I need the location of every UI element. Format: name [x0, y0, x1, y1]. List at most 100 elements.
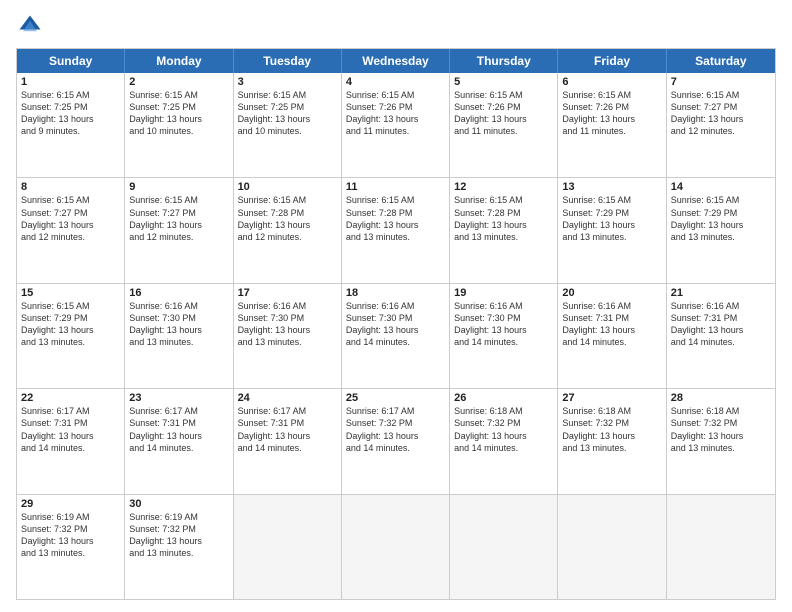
cell-info-text: Sunrise: 6:15 AM Sunset: 7:29 PM Dayligh…	[21, 300, 120, 349]
cal-cell-8: 8Sunrise: 6:15 AM Sunset: 7:27 PM Daylig…	[17, 178, 125, 282]
cell-day-number: 30	[129, 498, 228, 510]
cal-cell-19: 19Sunrise: 6:16 AM Sunset: 7:30 PM Dayli…	[450, 284, 558, 388]
header-day-sunday: Sunday	[17, 49, 125, 73]
cal-cell-empty	[667, 495, 775, 599]
cell-day-number: 8	[21, 181, 120, 193]
page: SundayMondayTuesdayWednesdayThursdayFrid…	[0, 0, 792, 612]
header-day-thursday: Thursday	[450, 49, 558, 73]
cal-cell-4: 4Sunrise: 6:15 AM Sunset: 7:26 PM Daylig…	[342, 73, 450, 177]
cal-cell-21: 21Sunrise: 6:16 AM Sunset: 7:31 PM Dayli…	[667, 284, 775, 388]
cal-cell-14: 14Sunrise: 6:15 AM Sunset: 7:29 PM Dayli…	[667, 178, 775, 282]
cell-day-number: 6	[562, 76, 661, 88]
cal-cell-2: 2Sunrise: 6:15 AM Sunset: 7:25 PM Daylig…	[125, 73, 233, 177]
cell-info-text: Sunrise: 6:15 AM Sunset: 7:28 PM Dayligh…	[454, 194, 553, 243]
cal-cell-30: 30Sunrise: 6:19 AM Sunset: 7:32 PM Dayli…	[125, 495, 233, 599]
cell-info-text: Sunrise: 6:16 AM Sunset: 7:30 PM Dayligh…	[454, 300, 553, 349]
cal-cell-20: 20Sunrise: 6:16 AM Sunset: 7:31 PM Dayli…	[558, 284, 666, 388]
cell-info-text: Sunrise: 6:15 AM Sunset: 7:27 PM Dayligh…	[129, 194, 228, 243]
cell-day-number: 25	[346, 392, 445, 404]
cell-day-number: 29	[21, 498, 120, 510]
cell-day-number: 27	[562, 392, 661, 404]
header-day-wednesday: Wednesday	[342, 49, 450, 73]
cell-info-text: Sunrise: 6:17 AM Sunset: 7:31 PM Dayligh…	[21, 405, 120, 454]
cell-day-number: 14	[671, 181, 771, 193]
cell-day-number: 13	[562, 181, 661, 193]
cell-info-text: Sunrise: 6:15 AM Sunset: 7:25 PM Dayligh…	[21, 89, 120, 138]
cell-info-text: Sunrise: 6:15 AM Sunset: 7:28 PM Dayligh…	[238, 194, 337, 243]
cal-cell-10: 10Sunrise: 6:15 AM Sunset: 7:28 PM Dayli…	[234, 178, 342, 282]
header-day-tuesday: Tuesday	[234, 49, 342, 73]
cal-row-3: 15Sunrise: 6:15 AM Sunset: 7:29 PM Dayli…	[17, 283, 775, 388]
calendar: SundayMondayTuesdayWednesdayThursdayFrid…	[16, 48, 776, 600]
cell-day-number: 24	[238, 392, 337, 404]
header-day-friday: Friday	[558, 49, 666, 73]
cal-cell-9: 9Sunrise: 6:15 AM Sunset: 7:27 PM Daylig…	[125, 178, 233, 282]
cell-day-number: 2	[129, 76, 228, 88]
cal-cell-6: 6Sunrise: 6:15 AM Sunset: 7:26 PM Daylig…	[558, 73, 666, 177]
cell-info-text: Sunrise: 6:16 AM Sunset: 7:31 PM Dayligh…	[562, 300, 661, 349]
cal-row-2: 8Sunrise: 6:15 AM Sunset: 7:27 PM Daylig…	[17, 177, 775, 282]
cell-day-number: 22	[21, 392, 120, 404]
cal-row-5: 29Sunrise: 6:19 AM Sunset: 7:32 PM Dayli…	[17, 494, 775, 599]
cell-day-number: 28	[671, 392, 771, 404]
cal-cell-empty	[342, 495, 450, 599]
cell-day-number: 4	[346, 76, 445, 88]
cell-day-number: 5	[454, 76, 553, 88]
cal-cell-12: 12Sunrise: 6:15 AM Sunset: 7:28 PM Dayli…	[450, 178, 558, 282]
cell-day-number: 16	[129, 287, 228, 299]
cell-info-text: Sunrise: 6:16 AM Sunset: 7:30 PM Dayligh…	[238, 300, 337, 349]
cell-info-text: Sunrise: 6:15 AM Sunset: 7:27 PM Dayligh…	[21, 194, 120, 243]
cell-day-number: 12	[454, 181, 553, 193]
cal-cell-24: 24Sunrise: 6:17 AM Sunset: 7:31 PM Dayli…	[234, 389, 342, 493]
cell-info-text: Sunrise: 6:17 AM Sunset: 7:31 PM Dayligh…	[129, 405, 228, 454]
cal-cell-11: 11Sunrise: 6:15 AM Sunset: 7:28 PM Dayli…	[342, 178, 450, 282]
cal-cell-15: 15Sunrise: 6:15 AM Sunset: 7:29 PM Dayli…	[17, 284, 125, 388]
cell-day-number: 9	[129, 181, 228, 193]
logo	[16, 12, 48, 40]
cell-info-text: Sunrise: 6:15 AM Sunset: 7:25 PM Dayligh…	[238, 89, 337, 138]
cal-cell-16: 16Sunrise: 6:16 AM Sunset: 7:30 PM Dayli…	[125, 284, 233, 388]
cell-info-text: Sunrise: 6:19 AM Sunset: 7:32 PM Dayligh…	[129, 511, 228, 560]
logo-icon	[16, 12, 44, 40]
header	[16, 12, 776, 40]
cal-cell-29: 29Sunrise: 6:19 AM Sunset: 7:32 PM Dayli…	[17, 495, 125, 599]
cell-day-number: 15	[21, 287, 120, 299]
cell-info-text: Sunrise: 6:15 AM Sunset: 7:29 PM Dayligh…	[562, 194, 661, 243]
cell-day-number: 10	[238, 181, 337, 193]
cal-cell-23: 23Sunrise: 6:17 AM Sunset: 7:31 PM Dayli…	[125, 389, 233, 493]
calendar-header: SundayMondayTuesdayWednesdayThursdayFrid…	[17, 49, 775, 73]
cell-day-number: 17	[238, 287, 337, 299]
cell-day-number: 7	[671, 76, 771, 88]
cell-day-number: 19	[454, 287, 553, 299]
cal-cell-3: 3Sunrise: 6:15 AM Sunset: 7:25 PM Daylig…	[234, 73, 342, 177]
cell-info-text: Sunrise: 6:17 AM Sunset: 7:31 PM Dayligh…	[238, 405, 337, 454]
cell-info-text: Sunrise: 6:16 AM Sunset: 7:30 PM Dayligh…	[129, 300, 228, 349]
cell-info-text: Sunrise: 6:18 AM Sunset: 7:32 PM Dayligh…	[671, 405, 771, 454]
cell-day-number: 23	[129, 392, 228, 404]
cell-info-text: Sunrise: 6:15 AM Sunset: 7:26 PM Dayligh…	[454, 89, 553, 138]
cell-info-text: Sunrise: 6:15 AM Sunset: 7:26 PM Dayligh…	[562, 89, 661, 138]
cell-info-text: Sunrise: 6:16 AM Sunset: 7:31 PM Dayligh…	[671, 300, 771, 349]
cal-cell-25: 25Sunrise: 6:17 AM Sunset: 7:32 PM Dayli…	[342, 389, 450, 493]
cell-day-number: 21	[671, 287, 771, 299]
calendar-body: 1Sunrise: 6:15 AM Sunset: 7:25 PM Daylig…	[17, 73, 775, 599]
cal-cell-17: 17Sunrise: 6:16 AM Sunset: 7:30 PM Dayli…	[234, 284, 342, 388]
cal-cell-7: 7Sunrise: 6:15 AM Sunset: 7:27 PM Daylig…	[667, 73, 775, 177]
cal-cell-13: 13Sunrise: 6:15 AM Sunset: 7:29 PM Dayli…	[558, 178, 666, 282]
cell-info-text: Sunrise: 6:15 AM Sunset: 7:25 PM Dayligh…	[129, 89, 228, 138]
cell-info-text: Sunrise: 6:18 AM Sunset: 7:32 PM Dayligh…	[562, 405, 661, 454]
cal-cell-5: 5Sunrise: 6:15 AM Sunset: 7:26 PM Daylig…	[450, 73, 558, 177]
cell-info-text: Sunrise: 6:15 AM Sunset: 7:27 PM Dayligh…	[671, 89, 771, 138]
cal-cell-28: 28Sunrise: 6:18 AM Sunset: 7:32 PM Dayli…	[667, 389, 775, 493]
cell-day-number: 1	[21, 76, 120, 88]
cell-info-text: Sunrise: 6:19 AM Sunset: 7:32 PM Dayligh…	[21, 511, 120, 560]
cell-info-text: Sunrise: 6:17 AM Sunset: 7:32 PM Dayligh…	[346, 405, 445, 454]
cell-info-text: Sunrise: 6:15 AM Sunset: 7:28 PM Dayligh…	[346, 194, 445, 243]
cal-row-1: 1Sunrise: 6:15 AM Sunset: 7:25 PM Daylig…	[17, 73, 775, 177]
cal-cell-26: 26Sunrise: 6:18 AM Sunset: 7:32 PM Dayli…	[450, 389, 558, 493]
cell-day-number: 3	[238, 76, 337, 88]
cal-cell-27: 27Sunrise: 6:18 AM Sunset: 7:32 PM Dayli…	[558, 389, 666, 493]
cal-cell-1: 1Sunrise: 6:15 AM Sunset: 7:25 PM Daylig…	[17, 73, 125, 177]
header-day-monday: Monday	[125, 49, 233, 73]
cell-info-text: Sunrise: 6:18 AM Sunset: 7:32 PM Dayligh…	[454, 405, 553, 454]
